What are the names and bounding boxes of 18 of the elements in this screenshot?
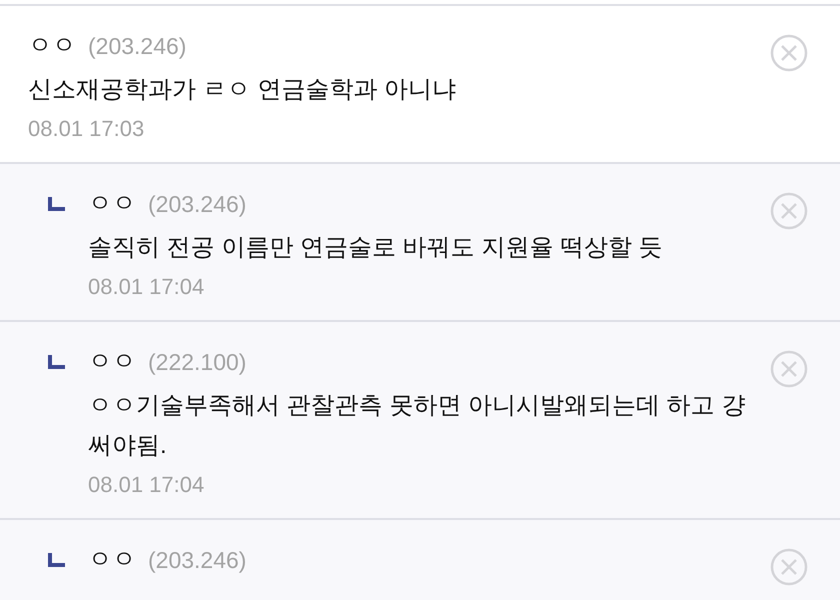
- comment-text: ㅇㅇ기술부족해서 관찰관측 못하면 아니시발왜되는데 하고 걍 써야됨.: [88, 391, 746, 461]
- ip-address: (222.100): [148, 348, 246, 377]
- nickname: ㅇㅇ: [88, 347, 136, 377]
- ip-address: (203.246): [88, 32, 186, 61]
- comment-time: 08.01 17:03: [28, 115, 146, 143]
- delete-icon[interactable]: [770, 350, 808, 388]
- delete-icon[interactable]: [770, 548, 808, 586]
- ip-address: (203.246): [148, 546, 246, 575]
- nickname: ㅇㅇ: [88, 545, 136, 575]
- comment-time: 08.01 17:04: [88, 273, 206, 301]
- comment-text: 신소재공학과가 ㄹㅇ 연금술학과 아니냐: [28, 75, 458, 105]
- delete-icon[interactable]: [770, 192, 808, 230]
- delete-icon[interactable]: [770, 34, 808, 72]
- nickname: ㅇㅇ: [28, 31, 76, 61]
- nickname: ㅇㅇ: [88, 189, 136, 219]
- comment-time: 08.01 17:04: [88, 471, 206, 499]
- comment-text: 솔직히 전공 이름만 연금술로 바꿔도 지원율 떡상할 듯: [88, 233, 664, 263]
- ip-address: (203.246): [148, 190, 246, 219]
